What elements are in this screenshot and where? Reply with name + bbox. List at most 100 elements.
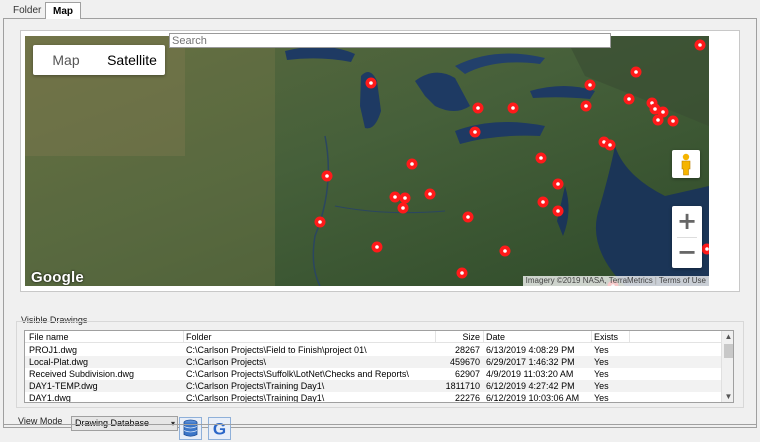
scroll-up-icon[interactable]: ▲ [722, 331, 733, 343]
cell-date: 4/9/2019 11:03:20 AM [486, 369, 574, 379]
bottom-border [3, 424, 757, 425]
cell-folder: C:\Carlson Projects\ [186, 357, 267, 367]
map-marker-icon [535, 152, 547, 164]
column-header-size[interactable]: Size [430, 331, 480, 343]
cell-file-name: DAY1.dwg [29, 393, 71, 403]
cell-date: 6/13/2019 4:08:29 PM [486, 345, 575, 355]
cell-exists: Yes [594, 381, 609, 391]
cell-file-name: Received Subdivision.dwg [29, 369, 135, 379]
column-header-date[interactable]: Date [486, 331, 591, 343]
database-view-button[interactable] [179, 417, 202, 440]
map-marker-icon [507, 102, 519, 114]
cell-size: 1811710 [445, 381, 480, 391]
map-marker-icon [397, 202, 409, 214]
cell-file-name: PROJ1.dwg [29, 345, 78, 355]
map-type-satellite-button[interactable]: Satellite [99, 45, 165, 75]
terms-of-use-link[interactable]: Terms of Use [659, 276, 706, 285]
zoom-out-icon: − [676, 238, 698, 266]
map-marker-icon [652, 114, 664, 126]
zoom-in-icon: + [676, 207, 698, 235]
table-row[interactable]: DAY1-TEMP.dwg C:\Carlson Projects\Traini… [25, 380, 721, 392]
map-marker-icon [321, 170, 333, 182]
cell-size: 22276 [454, 393, 480, 403]
map-marker-icon [371, 241, 383, 253]
cell-exists: Yes [594, 345, 609, 355]
grid-header: File name Folder Size Date Exists [25, 331, 721, 343]
table-row[interactable]: DAY1.dwg C:\Carlson Projects\Training Da… [25, 392, 721, 403]
google-map-view-button[interactable]: G [208, 417, 231, 440]
column-header-exists[interactable]: Exists [594, 331, 634, 343]
map-search-input[interactable] [169, 33, 611, 48]
scroll-thumb[interactable] [724, 344, 733, 358]
attribution-text: Imagery ©2019 NASA, TerraMetrics [525, 276, 653, 285]
map-marker-icon [537, 196, 549, 208]
map-marker-icon [472, 102, 484, 114]
map-marker-icon [552, 205, 564, 217]
cell-file-name: DAY1-TEMP.dwg [29, 381, 98, 391]
table-row[interactable]: Local-Plat.dwg C:\Carlson Projects\ 4596… [25, 356, 721, 368]
map-marker-icon [552, 178, 564, 190]
map-marker-icon [424, 188, 436, 200]
pegman-icon [681, 153, 691, 176]
svg-text:G: G [213, 420, 226, 439]
cell-date: 6/12/2019 10:03:06 AM [486, 393, 580, 403]
zoom-out-button[interactable]: − [672, 237, 702, 268]
google-icon: G [213, 420, 226, 439]
grid-vertical-scrollbar[interactable]: ▲ ▼ [721, 331, 733, 402]
map-marker-icon [456, 267, 468, 279]
table-row[interactable]: PROJ1.dwg C:\Carlson Projects\Field to F… [25, 344, 721, 356]
map-marker-icon [365, 77, 377, 89]
cell-file-name: Local-Plat.dwg [29, 357, 89, 367]
drawings-grid[interactable]: File name Folder Size Date Exists PROJ1.… [24, 330, 734, 403]
map-marker-icon [314, 216, 326, 228]
map-marker-icon [389, 191, 401, 203]
map-type-control: Map Satellite [33, 45, 165, 75]
cell-date: 6/29/2017 1:46:32 PM [486, 357, 575, 367]
map-frame: Map Satellite + − Google Imagery ©2019 N… [20, 30, 740, 292]
cell-folder: C:\Carlson Projects\Suffolk\LotNet\Check… [186, 369, 409, 379]
map-marker-icon [580, 100, 592, 112]
map-type-map-button[interactable]: Map [33, 45, 99, 75]
map-marker-icon [584, 79, 596, 91]
tab-folder[interactable]: Folder [6, 4, 48, 18]
map-marker-icon [694, 39, 706, 51]
tab-strip: Folder Map [0, 0, 760, 19]
cell-exists: Yes [594, 369, 609, 379]
cell-folder: C:\Carlson Projects\Training Day1\ [186, 393, 325, 403]
map-marker-icon [469, 126, 481, 138]
table-row[interactable]: Received Subdivision.dwg C:\Carlson Proj… [25, 368, 721, 380]
cell-size: 62907 [454, 369, 480, 379]
column-divider [591, 331, 592, 343]
map-marker-icon [462, 211, 474, 223]
map-view[interactable]: Map Satellite + − Google Imagery ©2019 N… [25, 36, 709, 286]
cell-exists: Yes [594, 357, 609, 367]
map-marker-icon [406, 158, 418, 170]
column-divider [629, 331, 630, 343]
map-marker-icon [623, 93, 635, 105]
zoom-divider [677, 237, 697, 238]
cell-folder: C:\Carlson Projects\Field to Finish\proj… [186, 345, 367, 355]
database-icon [183, 419, 198, 437]
column-divider [183, 331, 184, 343]
map-marker-icon [667, 115, 679, 127]
map-marker-icon [499, 245, 511, 257]
tab-map[interactable]: Map [45, 2, 81, 19]
map-tab-panel: Map Satellite + − Google Imagery ©2019 N… [3, 18, 757, 440]
google-logo: Google [31, 269, 84, 286]
column-header-file-name[interactable]: File name [29, 331, 181, 343]
map-attribution: Imagery ©2019 NASA, TerraMetrics | Terms o… [522, 276, 709, 286]
cell-date: 6/12/2019 4:27:42 PM [486, 381, 575, 391]
column-divider [483, 331, 484, 343]
map-marker-icon [399, 192, 411, 204]
zoom-control: + − [672, 206, 702, 268]
scroll-down-icon[interactable]: ▼ [722, 391, 733, 402]
cell-size: 28267 [454, 345, 480, 355]
cell-exists: Yes [594, 393, 609, 403]
column-header-folder[interactable]: Folder [186, 331, 434, 343]
map-marker-icon [630, 66, 642, 78]
zoom-in-button[interactable]: + [672, 206, 702, 237]
cell-size: 459670 [449, 357, 480, 367]
map-marker-icon [604, 139, 616, 151]
view-mode-value: Drawing Database [75, 418, 150, 428]
street-view-button[interactable] [672, 150, 700, 178]
